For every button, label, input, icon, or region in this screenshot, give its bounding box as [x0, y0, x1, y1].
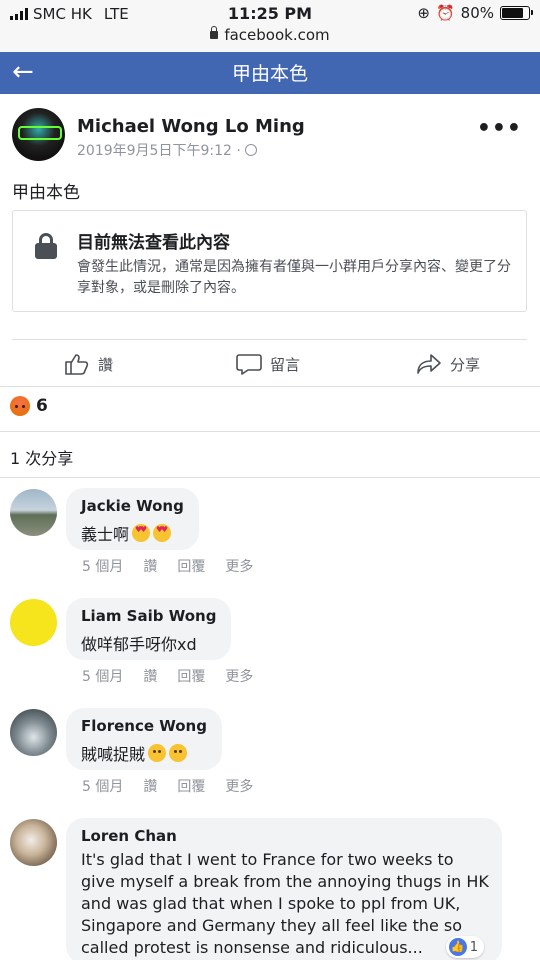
comment-more-button[interactable]: 更多 — [225, 776, 253, 796]
thumbs-up-icon: 👍 — [448, 938, 467, 956]
unavailable-attachment: 目前無法查看此內容 會發生此情況，通常是因為擁有者僅與一小群用戶分享內容、變更了… — [12, 210, 527, 312]
avatar[interactable] — [10, 709, 57, 756]
lock-icon — [210, 26, 219, 39]
share-count[interactable]: 1 次分享 — [10, 445, 73, 469]
comment-meta: 5 個月 讚 回覆 更多 — [82, 776, 253, 796]
comment-reply-button[interactable]: 回覆 — [177, 776, 205, 796]
heart-eyes-emoji-icon — [132, 524, 151, 542]
rotation-lock-icon: ⊕ — [417, 4, 430, 22]
page-title: 甲由本色 — [231, 63, 308, 85]
comment-text: 做咩郁手呀你xd — [81, 635, 197, 654]
attachment-title: 目前無法查看此內容 — [77, 233, 230, 253]
post-author[interactable]: Michael Wong Lo Ming — [77, 116, 305, 137]
post-actions: 讚 留言 分享 — [0, 342, 540, 386]
comment-like-count: 1 — [469, 939, 478, 955]
comment-label: 留言 — [270, 355, 301, 374]
address-bar[interactable]: facebook.com — [0, 26, 540, 44]
share-label: 分享 — [450, 355, 481, 374]
avatar[interactable] — [10, 599, 57, 646]
comment-bubble: Liam Saib Wong 做咩郁手呀你xd — [66, 598, 232, 660]
post-timestamp[interactable]: 2019年9月5日下午9:12 · — [77, 140, 241, 160]
comment-icon — [236, 354, 262, 375]
battery-percent: 80% — [460, 4, 494, 22]
comment-text-row: 義士啊 — [81, 521, 184, 545]
commenter-name[interactable]: Jackie Wong — [81, 497, 184, 515]
divider — [0, 477, 540, 478]
top-nav: ← 甲由本色 — [0, 52, 540, 94]
heart-eyes-emoji-icon — [153, 524, 172, 542]
frowning-emoji-icon — [148, 744, 167, 762]
divider — [0, 431, 540, 432]
status-bar: SMC HK LTE 11:25 PM ⊕ ⏰ 80% facebook.com — [0, 0, 540, 52]
comment-text: It's glad that I went to France for two … — [81, 850, 489, 957]
angry-reaction-icon — [10, 396, 30, 416]
post-text: 甲由本色 — [12, 183, 80, 203]
comment-like-button[interactable]: 讚 — [143, 556, 157, 576]
post-meta: 2019年9月5日下午9:12 · — [77, 140, 257, 160]
commenter-name[interactable]: Liam Saib Wong — [81, 607, 216, 625]
status-right: ⊕ ⏰ 80% — [417, 4, 533, 22]
divider — [0, 386, 540, 387]
lock-icon — [35, 233, 57, 259]
like-button[interactable]: 讚 — [64, 352, 113, 376]
divider — [12, 339, 527, 340]
avatar[interactable] — [10, 489, 57, 536]
comment-text: 義士啊 — [81, 525, 130, 544]
reaction-count: 6 — [36, 396, 48, 416]
alarm-icon: ⏰ — [435, 4, 455, 22]
comment-like-button[interactable]: 讚 — [143, 666, 157, 686]
comment-time: 5 個月 — [82, 779, 124, 795]
url-text: facebook.com — [224, 26, 330, 44]
comment-like-button[interactable]: 讚 — [143, 776, 157, 796]
frowning-emoji-icon — [169, 744, 188, 762]
commenter-name[interactable]: Loren Chan — [81, 827, 490, 845]
globe-icon — [244, 144, 257, 156]
battery-icon — [500, 6, 533, 20]
comment-text-row: 做咩郁手呀你xd — [81, 631, 216, 655]
comment-meta: 5 個月 讚 回覆 更多 — [82, 666, 253, 686]
comment-reply-button[interactable]: 回覆 — [177, 556, 205, 576]
avatar[interactable] — [10, 819, 57, 866]
comment-more-button[interactable]: 更多 — [225, 666, 253, 686]
comment-like-badge[interactable]: 👍 1 — [445, 936, 484, 958]
share-icon — [417, 354, 441, 374]
share-button[interactable]: 分享 — [416, 352, 480, 376]
comment-bubble: Florence Wong 賊喊捉賊 — [66, 708, 222, 770]
comment-time: 5 個月 — [82, 559, 124, 575]
comment-time: 5 個月 — [82, 669, 124, 685]
comment-more-button[interactable]: 更多 — [225, 556, 253, 576]
attachment-body: 會發生此情況，通常是因為擁有者僅與一小群用戶分享內容、變更了分享對象，或是刪除了… — [77, 259, 511, 296]
comment-reply-button[interactable]: 回覆 — [177, 666, 205, 686]
more-options-icon[interactable]: ••• — [477, 116, 522, 141]
comment-button[interactable]: 留言 — [236, 352, 300, 376]
comment-meta: 5 個月 讚 回覆 更多 — [82, 556, 253, 576]
comment-text-row: 賊喊捉賊 — [81, 741, 207, 765]
thumbs-up-icon — [65, 354, 89, 375]
like-label: 讚 — [98, 355, 114, 374]
comment-text: 賊喊捉賊 — [81, 745, 146, 764]
comment-bubble: Jackie Wong 義士啊 — [66, 488, 199, 550]
comment-bubble: Loren Chan It's glad that I went to Fran… — [66, 818, 502, 960]
reaction-summary[interactable]: 6 — [10, 396, 48, 416]
commenter-name[interactable]: Florence Wong — [81, 717, 207, 735]
author-avatar[interactable] — [12, 108, 65, 161]
